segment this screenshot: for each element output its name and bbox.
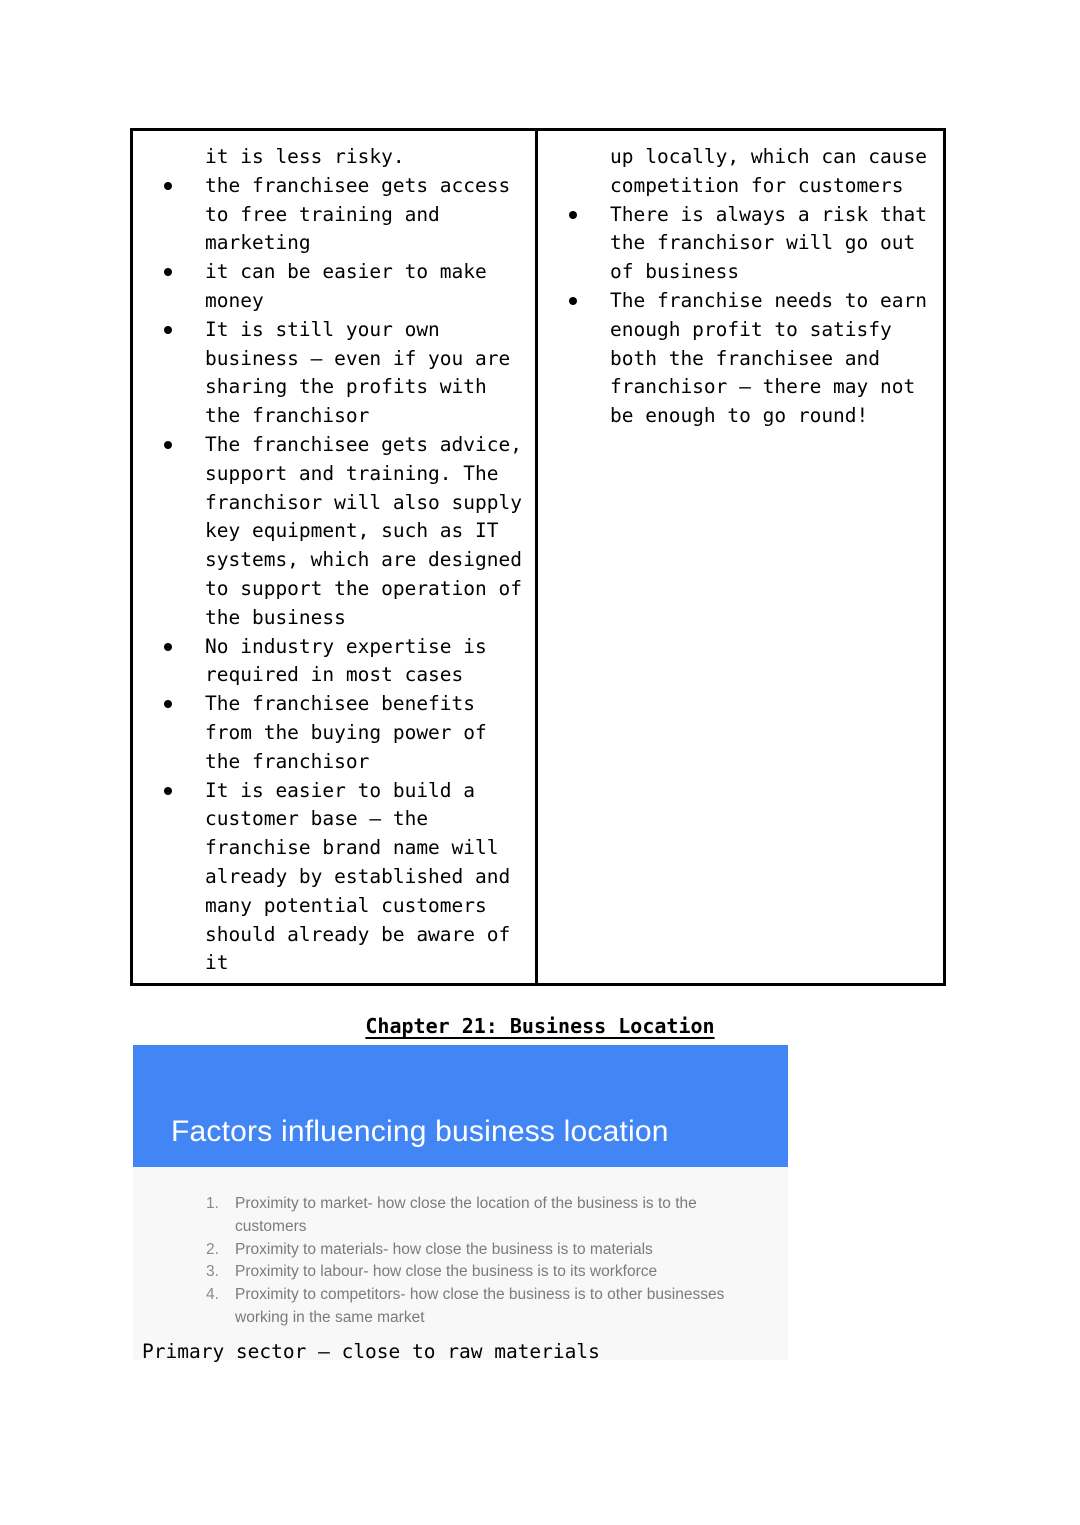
disadvantages-list: up locally, which can cause competition … <box>538 143 943 431</box>
list-item: it is less risky. <box>133 143 535 172</box>
list-item: Proximity to market- how close the locat… <box>163 1193 758 1239</box>
list-item: Proximity to materials- how close the bu… <box>163 1239 758 1262</box>
bullet-icon <box>164 786 172 795</box>
list-item-text: it can be easier to make money <box>205 260 487 312</box>
list-item: No industry expertise is required in mos… <box>133 633 535 691</box>
list-item: The franchisee gets advice, support and … <box>133 431 535 633</box>
bullet-icon <box>164 268 172 277</box>
list-item-text: It is easier to build a customer base – … <box>205 778 511 975</box>
bullet-icon <box>164 181 172 190</box>
table-column-advantages: it is less risky. the franchisee gets ac… <box>133 131 538 983</box>
list-item-text: Proximity to labour- how close the busin… <box>235 1263 658 1281</box>
list-item: It is easier to build a customer base – … <box>133 777 535 979</box>
slide-body: Proximity to market- how close the locat… <box>133 1167 788 1360</box>
list-item-text: It is still your own business – even if … <box>205 317 511 428</box>
slide-image: Factors influencing business location Pr… <box>133 1045 788 1360</box>
chapter-heading-text: Chapter 21: Business Location <box>365 1014 715 1038</box>
factors-list: Proximity to market- how close the locat… <box>163 1193 758 1330</box>
list-item: The franchisee benefits from the buying … <box>133 690 535 776</box>
bullet-icon <box>569 210 577 219</box>
table-column-disadvantages: up locally, which can cause competition … <box>538 131 943 983</box>
list-item: Proximity to competitors- how close the … <box>163 1284 758 1330</box>
list-item: It is still your own business – even if … <box>133 316 535 431</box>
caption-line: Primary sector – close to raw materials <box>142 1340 600 1363</box>
list-item: it can be easier to make money <box>133 258 535 316</box>
list-item: the franchisee gets access to free train… <box>133 172 535 258</box>
list-item-text: it is less risky. <box>205 145 405 168</box>
chapter-heading: Chapter 21: Business Location <box>0 1014 1080 1038</box>
bullet-icon <box>164 700 172 709</box>
bullet-icon <box>164 642 172 651</box>
list-item-text: Proximity to market- how close the locat… <box>235 1195 697 1235</box>
list-item-text: up locally, which can cause competition … <box>610 145 927 197</box>
list-item-text: There is always a risk that the franchis… <box>610 202 927 284</box>
list-item: Proximity to labour- how close the busin… <box>163 1261 758 1284</box>
bullet-icon <box>164 440 172 449</box>
list-item-text: Proximity to materials- how close the bu… <box>235 1240 653 1258</box>
list-item-text: The franchisee benefits from the buying … <box>205 692 487 773</box>
list-item-text: No industry expertise is required in mos… <box>205 634 487 687</box>
list-item: There is always a risk that the franchis… <box>538 201 943 287</box>
slide-title: Factors influencing business location <box>171 1115 669 1148</box>
list-item-text: The franchise needs to earn enough profi… <box>610 288 927 428</box>
bullet-icon <box>569 296 577 305</box>
bullet-icon <box>164 325 172 334</box>
slide-banner: Factors influencing business location <box>133 1045 788 1167</box>
advantages-disadvantages-table: it is less risky. the franchisee gets ac… <box>130 128 946 986</box>
list-item-text: The franchisee gets advice, support and … <box>205 432 522 629</box>
list-item-text: the franchisee gets access to free train… <box>205 173 511 255</box>
list-item-text: Proximity to competitors- how close the … <box>235 1286 725 1326</box>
advantages-list: it is less risky. the franchisee gets ac… <box>133 143 535 978</box>
list-item: The franchise needs to earn enough profi… <box>538 287 943 431</box>
list-item: up locally, which can cause competition … <box>538 143 943 201</box>
